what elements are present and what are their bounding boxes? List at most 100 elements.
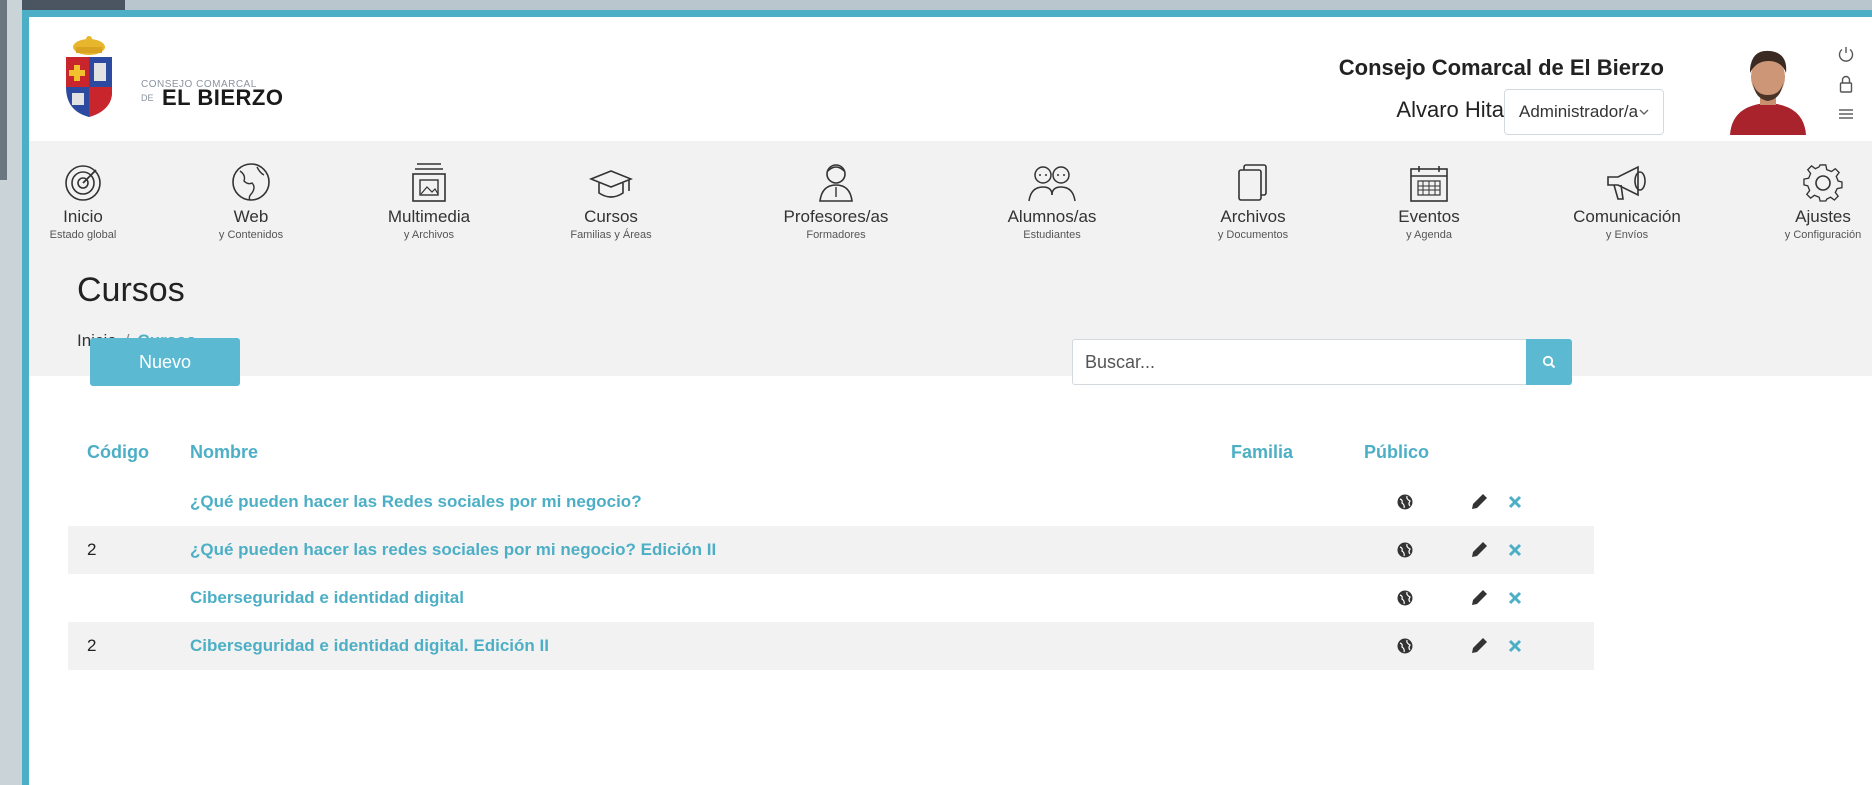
close-icon [1508, 591, 1522, 605]
window-backdrop-left-dark [0, 0, 7, 180]
logo-title: EL BIERZO [162, 85, 284, 110]
top-icons [1834, 39, 1858, 129]
edit-button[interactable] [1468, 635, 1490, 657]
page-title: Cursos [77, 271, 185, 309]
nav-sublabel: Estado global [49, 229, 117, 241]
nav-item-profesores[interactable]: Profesores/as Formadores [751, 141, 921, 261]
megaphone-icon [1537, 141, 1717, 203]
nav-label: Eventos [1398, 207, 1460, 226]
nav-sublabel: y Configuración [1784, 229, 1862, 241]
user-name: Alvaro Hita [1396, 97, 1504, 122]
nav-item-multimedia[interactable]: Multimedia y Archivos [359, 141, 499, 261]
nav-sublabel: Formadores [806, 229, 866, 241]
accent-bar-top [22, 10, 1872, 17]
role-select[interactable]: Administrador/a [1504, 89, 1664, 135]
delete-button[interactable] [1504, 635, 1526, 657]
close-icon [1508, 543, 1522, 557]
globe-icon [1396, 637, 1414, 655]
nav-label: Comunicación [1573, 207, 1681, 226]
new-button[interactable]: Nuevo [90, 338, 240, 386]
logo-de: DE [141, 93, 154, 103]
main-nav: Inicio Estado global Web y Contenidos Mu… [29, 141, 1872, 261]
nav-sublabel: y Envíos [1605, 229, 1649, 241]
globe-icon [1396, 493, 1414, 511]
students-icon [977, 141, 1127, 203]
nav-item-eventos[interactable]: Eventos y Agenda [1379, 141, 1479, 261]
nav-label: Ajustes [1795, 207, 1851, 226]
nav-item-archivos[interactable]: Archivos y Documentos [1193, 141, 1313, 261]
graduation-cap-icon [551, 141, 671, 203]
chevron-down-icon [1639, 105, 1649, 119]
menu-icon[interactable] [1834, 99, 1858, 129]
pencil-icon [1472, 494, 1487, 509]
column-header-code[interactable]: Código [87, 442, 149, 463]
app-window: CONSEJO COMARCAL DE EL BIERZO Consejo Co… [22, 10, 1872, 785]
power-icon[interactable] [1834, 39, 1858, 69]
nav-sublabel: Estudiantes [1023, 229, 1081, 241]
calendar-icon [1379, 141, 1479, 203]
table-row: Ciberseguridad e identidad digital [68, 574, 1594, 622]
media-icon [359, 141, 499, 203]
nav-sublabel: y Archivos [403, 229, 455, 241]
nav-sublabel: y Documentos [1217, 229, 1289, 241]
row-name-link[interactable]: Ciberseguridad e identidad digital [190, 588, 464, 608]
column-header-public[interactable]: Público [1364, 442, 1429, 463]
dashboard-icon [29, 141, 137, 203]
logo[interactable]: CONSEJO COMARCAL DE EL BIERZO [54, 35, 294, 119]
teacher-icon [751, 141, 921, 203]
globe-icon [191, 141, 311, 203]
gear-icon [1774, 141, 1872, 203]
pencil-icon [1472, 542, 1487, 557]
close-icon [1508, 639, 1522, 653]
globe-icon [1396, 589, 1414, 607]
search-button[interactable] [1526, 339, 1572, 385]
column-header-name[interactable]: Nombre [190, 442, 258, 463]
header: CONSEJO COMARCAL DE EL BIERZO Consejo Co… [29, 17, 1872, 141]
nav-item-alumnos[interactable]: Alumnos/as Estudiantes [977, 141, 1127, 261]
pencil-icon [1472, 638, 1487, 653]
delete-button[interactable] [1504, 491, 1526, 513]
nav-label: Alumnos/as [1007, 207, 1097, 226]
globe-icon [1396, 541, 1414, 559]
nav-sublabel: Familias y Áreas [570, 229, 652, 241]
table-header: Código Nombre Familia Público [68, 420, 1594, 478]
edit-button[interactable] [1468, 491, 1490, 513]
row-name-link[interactable]: ¿Qué pueden hacer las Redes sociales por… [190, 492, 642, 512]
nav-label: Cursos [584, 207, 638, 226]
delete-button[interactable] [1504, 539, 1526, 561]
column-header-family[interactable]: Familia [1231, 442, 1293, 463]
search-field [1072, 339, 1526, 385]
table-row: ¿Qué pueden hacer las Redes sociales por… [68, 478, 1594, 526]
row-name-link[interactable]: ¿Qué pueden hacer las redes sociales por… [190, 540, 716, 560]
page-header: Cursos Inicio/Cursos [29, 261, 1872, 376]
nav-item-inicio[interactable]: Inicio Estado global [29, 141, 137, 261]
table-row: 2 ¿Qué pueden hacer las redes sociales p… [68, 526, 1594, 574]
nav-item-cursos[interactable]: Cursos Familias y Áreas [551, 141, 671, 261]
row-name-link[interactable]: Ciberseguridad e identidad digital. Edic… [190, 636, 549, 656]
nav-label: Profesores/as [783, 207, 889, 226]
table-row: 2 Ciberseguridad e identidad digital. Ed… [68, 622, 1594, 670]
lock-icon[interactable] [1834, 69, 1858, 99]
nav-label: Archivos [1220, 207, 1286, 226]
search-input[interactable] [1073, 340, 1526, 384]
avatar[interactable] [1722, 43, 1814, 135]
nav-label: Multimedia [387, 207, 471, 226]
nav-item-comunicacion[interactable]: Comunicación y Envíos [1537, 141, 1717, 261]
delete-button[interactable] [1504, 587, 1526, 609]
window-backdrop [0, 0, 1872, 10]
organization-name: Consejo Comarcal de El Bierzo [1338, 55, 1664, 80]
row-code: 2 [87, 636, 97, 655]
pencil-icon [1472, 590, 1487, 605]
nav-sublabel: y Agenda [1406, 229, 1452, 241]
edit-button[interactable] [1468, 587, 1490, 609]
search-icon [1542, 355, 1556, 369]
nav-label: Inicio [63, 207, 103, 226]
nav-sublabel: y Contenidos [218, 229, 284, 241]
row-code: 2 [87, 540, 97, 559]
nav-item-web[interactable]: Web y Contenidos [191, 141, 311, 261]
edit-button[interactable] [1468, 539, 1490, 561]
role-select-value: Administrador/a [1519, 102, 1639, 121]
nav-label: Web [233, 207, 269, 226]
nav-item-ajustes[interactable]: Ajustes y Configuración [1774, 141, 1872, 261]
close-icon [1508, 495, 1522, 509]
